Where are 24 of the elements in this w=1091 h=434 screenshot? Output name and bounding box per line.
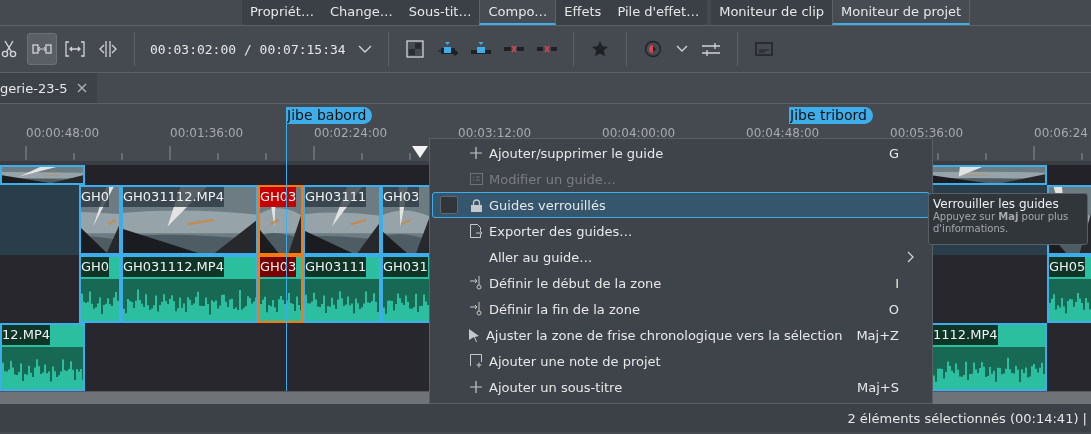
ruler-time-label: 00:01:36:00 (170, 126, 244, 140)
clip-name: 12.MP4 (2, 325, 50, 345)
tooltip-text: Appuyez sur Maj pour plus d'informations. (933, 211, 1070, 235)
clip-name: GH0 (81, 187, 110, 207)
ruler-time-label: 00:05:36:00 (890, 126, 964, 140)
clip-name: 1112.MP4 (933, 325, 998, 345)
ruler-time-label: 00:04:00:00 (602, 126, 676, 140)
ruler-time-label: 00:00:48:00 (26, 126, 100, 140)
clip-name: GH03 (383, 187, 420, 207)
clip-name: GH03111 (305, 187, 367, 207)
clip-name: GH031112.MP4 (123, 187, 224, 207)
ruler-time-label: 00:03:12:00 (458, 126, 532, 140)
clip-name: GH031 (383, 257, 428, 277)
ruler-time-label: 00:04:48:00 (746, 126, 820, 140)
timecode: 00:03:02:00 / 00:07:15:34 (149, 41, 347, 57)
status-text: 2 éléments sélectionnés (00:14:41) | (847, 410, 1087, 426)
tooltip-title: Verrouiller les guides (933, 197, 1060, 211)
clip-name: GH05 (1049, 257, 1086, 277)
ruler-time-label: 00:06:24 (1034, 126, 1088, 140)
clip-name: GH031112.MP4 (123, 257, 224, 277)
ruler-time-label: 00:02:24:00 (314, 126, 388, 140)
document-title: gerie-23-5 (0, 80, 68, 96)
clip-name: GH03111 (305, 257, 367, 277)
clip-name: GH0 (81, 257, 110, 277)
